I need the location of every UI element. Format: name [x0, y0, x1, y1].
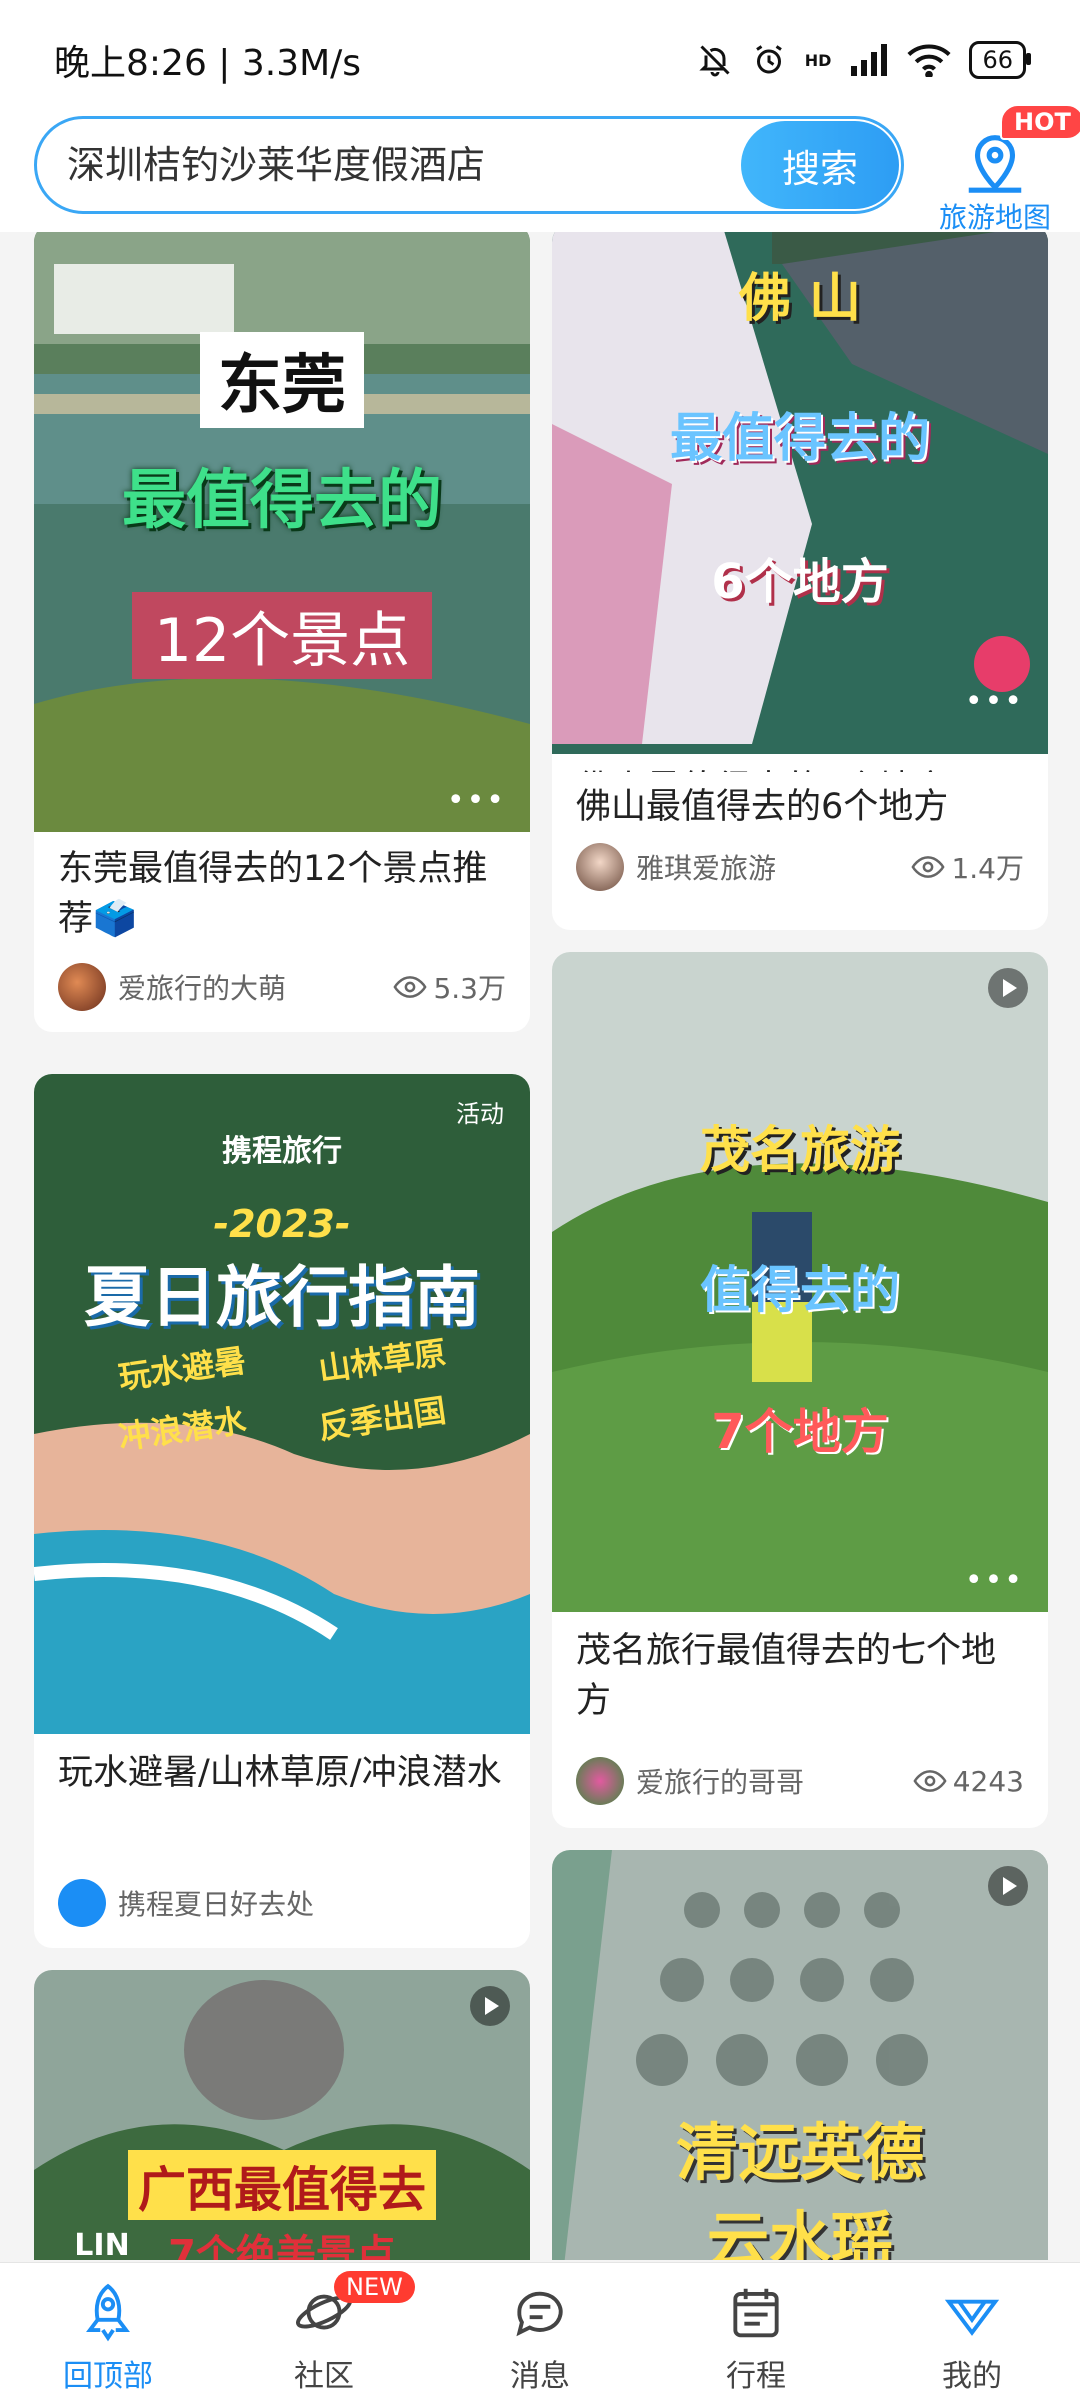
calendar-icon	[733, 2288, 779, 2338]
cover-text-count-label: 12个景点	[131, 592, 433, 679]
more-dots-icon[interactable]: •••	[965, 684, 1024, 719]
author-avatar[interactable]	[576, 1757, 624, 1805]
nav-label: 行程	[726, 2359, 786, 2394]
cover-text-count: 6个地方	[711, 554, 889, 610]
bell-muted-icon	[699, 45, 730, 77]
hot-badge: HOT	[1000, 104, 1080, 140]
cover-text-city: 茂名旅游	[700, 1121, 900, 1179]
nav-label: 回顶部	[63, 2359, 153, 2394]
cover-text-mid: 最值得去的	[122, 464, 442, 538]
author-avatar[interactable]	[576, 843, 624, 891]
post-card-foshan[interactable]: 佛 山 最值得去的 6个地方 ••• 佛山最值得去的6个地方	[552, 232, 1048, 832]
view-count-value: 5.3万	[433, 972, 506, 1005]
post-cover-image: 清远英德 云水瑶	[552, 1850, 1048, 2260]
content-feed[interactable]: 东莞 最值得去的 12个景点 ••• 东莞最值得去的12个景点推荐🗳️ 爱旅行的…	[0, 232, 1080, 2260]
cover-text-count: 7个地方	[711, 1404, 889, 1460]
search-button[interactable]: 搜索	[741, 121, 899, 209]
cover-text-line1: 清远英德	[675, 2116, 924, 2189]
view-count: 5.3万	[393, 967, 506, 1007]
view-count: 1.4万	[911, 847, 1024, 887]
view-count: 4243	[913, 1765, 1024, 1798]
post-card-ctrip[interactable]: 活动 携程旅行 -2023- 夏日旅行指南 玩水避暑 山林草原 冲浪潜水 反季出…	[34, 1074, 530, 1948]
post-cover-image: 广西最值得去 LIN 7个绝美景点	[34, 1970, 530, 2260]
status-icons: HD 66	[697, 41, 1031, 79]
post-card-maoming[interactable]: 茂名旅游 值得去的 7个地方 ••• 茂名旅行最值得去的七个地方 爱旅行的哥哥 …	[552, 952, 1048, 1828]
view-count-value: 1.4万	[951, 852, 1024, 885]
battery-level: 66	[982, 46, 1013, 74]
cover-headline: 广西最值得去	[34, 2150, 530, 2220]
rocket-icon	[86, 2283, 130, 2342]
video-play-icon	[988, 1866, 1028, 1906]
cover-text-mid: 最值得去的	[669, 409, 930, 469]
status-bar: 晚上8:26 | 3.3M/s HD 66	[0, 0, 1080, 120]
post-meta: 爱旅行的大萌 5.3万	[58, 962, 506, 1012]
nav-messages[interactable]: 消息	[432, 2263, 648, 2401]
view-count-value: 4243	[952, 1764, 1024, 1798]
eye-icon	[393, 976, 428, 998]
cover-text-count: 12个景点	[34, 592, 530, 679]
nav-back-to-top[interactable]: 回顶部	[0, 2263, 216, 2401]
battery-icon: 66	[969, 41, 1031, 79]
author-avatar[interactable]	[58, 1879, 106, 1927]
post-card-qingyuan[interactable]: 清远英德 云水瑶	[552, 1850, 1048, 2260]
post-title: 东莞最值得去的12个景点推荐🗳️	[58, 849, 488, 939]
cover-text-line2: 云水瑶	[706, 2204, 893, 2260]
bottom-navigation: 回顶部 社区 NEW 消息 行程 我的	[0, 2262, 1080, 2401]
activity-tag: 活动	[456, 1100, 504, 1128]
author-avatar[interactable]	[58, 963, 106, 1011]
author-name[interactable]: 雅琪爱旅游	[636, 847, 911, 887]
cover-year: -2023-	[213, 1202, 351, 1246]
travel-map-label: 旅游地图	[938, 201, 1051, 234]
signal-icon	[851, 44, 888, 76]
cover-text-mid: 值得去的	[700, 1261, 900, 1319]
search-input[interactable]: 深圳桔钓沙莱华度假酒店	[67, 119, 485, 211]
cover-headline-label: 广西最值得去	[127, 2150, 436, 2220]
nav-label: 消息	[510, 2359, 570, 2394]
post-meta: 爱旅行的哥哥 4243	[576, 1756, 1024, 1806]
diamond-icon	[944, 2299, 1000, 2336]
video-play-icon	[470, 1986, 510, 2026]
nav-itinerary[interactable]: 行程	[648, 2263, 864, 2401]
cover-text-city: 佛 山	[738, 269, 862, 329]
post-card-foshan-footer[interactable]: 佛山最值得去的6个地方 雅琪爱旅游 1.4万	[552, 772, 1048, 930]
new-badge: NEW	[334, 2271, 415, 2303]
status-time-speed: 晚上8:26 | 3.3M/s	[54, 43, 362, 84]
cover-sub: 7个绝美景点	[168, 2232, 396, 2260]
eye-icon	[913, 1770, 947, 1792]
post-card-guangxi[interactable]: 广西最值得去 LIN 7个绝美景点	[34, 1970, 530, 2260]
author-name[interactable]: 爱旅行的哥哥	[636, 1761, 913, 1801]
chat-icon	[516, 2291, 563, 2337]
author-name[interactable]: 爱旅行的大萌	[118, 967, 393, 1007]
post-title: 玩水避暑/山林草原/冲浪潜水	[58, 1753, 502, 1793]
post-cover-image: 佛 山 最值得去的 6个地方 •••	[552, 232, 1048, 832]
hd-label: HD	[804, 50, 832, 70]
post-meta: 携程夏日好去处	[58, 1878, 506, 1928]
post-card-dongguan[interactable]: 东莞 最值得去的 12个景点 ••• 东莞最值得去的12个景点推荐🗳️ 爱旅行的…	[34, 232, 530, 1032]
nav-label: 我的	[942, 2359, 1002, 2394]
travel-map-button[interactable]: 旅游地图 HOT	[920, 104, 1080, 234]
wifi-icon	[907, 44, 952, 77]
more-dots-icon[interactable]: •••	[965, 1563, 1024, 1598]
nav-profile[interactable]: 我的	[864, 2263, 1080, 2401]
nav-community[interactable]: 社区 NEW	[216, 2263, 432, 2401]
eye-icon	[911, 856, 946, 878]
post-title-repeat: 佛山最值得去的6个地方	[576, 787, 949, 827]
search-bar[interactable]: 深圳桔钓沙莱华度假酒店 搜索	[34, 116, 904, 214]
post-cover-image: 东莞 最值得去的 12个景点 •••	[34, 232, 530, 832]
alarm-icon	[755, 45, 782, 74]
post-cover-image: 茂名旅游 值得去的 7个地方 •••	[552, 952, 1048, 1612]
post-meta: 雅琪爱旅游 1.4万	[576, 842, 1024, 892]
cover-text-city: 东莞	[34, 332, 530, 428]
post-cover-image: 活动 携程旅行 -2023- 夏日旅行指南 玩水避暑 山林草原 冲浪潜水 反季出…	[34, 1074, 530, 1734]
video-play-icon	[988, 968, 1028, 1008]
more-dots-icon[interactable]: •••	[447, 783, 506, 818]
top-header: 深圳桔钓沙莱华度假酒店 搜索 旅游地图 HOT	[0, 104, 1080, 234]
post-title: 茂名旅行最值得去的七个地方	[576, 1631, 997, 1721]
author-name[interactable]: 携程夏日好去处	[118, 1883, 506, 1923]
nav-label: 社区	[294, 2359, 354, 2394]
cover-brand: 携程旅行	[222, 1134, 342, 1169]
